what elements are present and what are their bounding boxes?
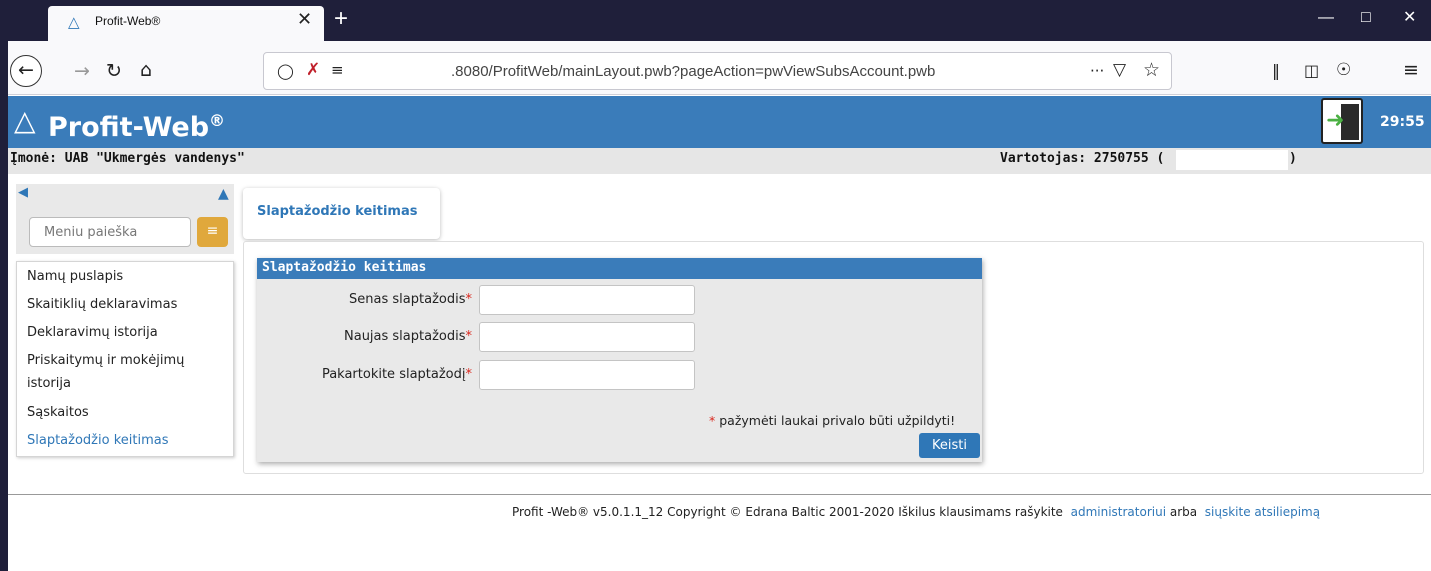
app-title-text: Profit-Web [48,112,210,143]
company-name: Įmonė: UAB "Ukmergės vandenys" [10,151,245,166]
change-password-button[interactable]: Keisti [919,433,980,458]
browser-tab-title: Profit-Web® [95,14,161,28]
repeat-password-label: Pakartokite slaptažodį* [272,367,472,382]
new-password-field[interactable] [479,322,695,352]
home-icon[interactable]: ⌂ [140,60,152,80]
logout-button[interactable]: ➜ [1321,98,1363,144]
footer: Profit -Web® v5.0.1.1_12 Copyright © Edr… [512,505,1320,519]
profit-web-favicon-icon: △ [68,13,80,31]
old-password-label: Senas slaptažodis* [272,292,472,307]
admin-link[interactable]: administratoriui [1071,505,1166,519]
tracking-shield-icon[interactable]: ◯ [277,61,294,81]
profit-web-logo-icon: △ [14,104,36,137]
sidebar-item-password-change[interactable]: Slaptažodžio keitimas [27,431,168,450]
close-tab-icon[interactable]: ✕ [297,11,312,29]
collapse-up-icon[interactable]: ▲ [218,187,229,201]
app-title: Profit-Web® [48,103,225,146]
library-icon[interactable]: ‖ [1272,61,1280,81]
reload-icon[interactable]: ↻ [106,61,122,81]
insecure-lock-icon[interactable]: ✗ [306,60,320,80]
maximize-icon[interactable]: □ [1361,10,1371,26]
required-note-asterisk: * [709,413,716,428]
minimize-icon[interactable]: — [1318,10,1334,26]
logout-arrow-icon: ➜ [1326,108,1345,133]
permissions-icon[interactable]: ≡ [331,60,344,80]
old-password-label-text: Senas slaptažodis [349,292,466,307]
old-password-field[interactable] [479,285,695,315]
page-actions-icon[interactable]: ··· [1090,61,1104,81]
feedback-link[interactable]: siųskite atsiliepimą [1205,505,1320,519]
bookmark-star-icon[interactable]: ☆ [1143,60,1160,80]
window-close-icon[interactable]: ✕ [1403,10,1416,26]
hamburger-menu-icon[interactable]: ≡ [1403,60,1419,80]
forward-arrow-icon[interactable]: → [74,61,90,81]
sidebar-item-meter-declaration[interactable]: Skaitiklių deklaravimas [27,295,177,314]
sidebar-toggle-icon[interactable]: ◫ [1304,61,1319,81]
sidebar-item-invoices[interactable]: Sąskaitos [27,403,89,422]
menu-search-input[interactable] [29,217,191,247]
pocket-icon[interactable]: ▽ [1113,60,1126,80]
tab-password-change-label: Slaptažodžio keitimas [257,204,418,219]
account-icon[interactable]: ☉ [1336,60,1351,80]
back-arrow-icon[interactable]: ← [10,55,42,87]
user-info: Vartotojas: 2750755 ( [1000,151,1165,166]
required-note: * pažymėti laukai privalo būti užpildyti… [709,413,955,428]
footer-text: Profit -Web® v5.0.1.1_12 Copyright © Edr… [512,505,1063,519]
url-text[interactable]: .8080/ProfitWeb/mainLayout.pwb?pageActio… [451,63,935,80]
required-note-text: pažymėti laukai privalo būti užpildyti! [719,413,956,428]
collapse-left-icon[interactable]: ◀ [18,186,28,200]
required-asterisk: * [465,367,473,382]
browser-tab[interactable] [48,6,324,41]
password-form-title: Slaptažodžio keitimas [262,260,427,275]
footer-middle: arba [1169,505,1198,519]
sidebar-item-charges-payments-line2[interactable]: istorija [27,374,71,393]
footer-divider [8,494,1431,495]
required-asterisk: * [465,292,473,307]
menu-list-button[interactable]: ≡ [197,217,228,247]
app-title-mark: ® [209,111,226,130]
user-name-redaction [1176,150,1288,170]
repeat-password-label-text: Pakartokite slaptažodį [321,367,466,382]
window-left-edge [0,0,8,571]
sidebar-item-declaration-history[interactable]: Deklaravimų istorija [27,323,158,342]
session-timer: 29:55 [1380,114,1425,130]
repeat-password-field[interactable] [479,360,695,390]
required-asterisk: * [465,329,473,344]
new-password-label-text: Naujas slaptažodis [344,329,466,344]
user-info-close-paren: ) [1289,151,1297,166]
sidebar-item-charges-payments[interactable]: Priskaitymų ir mokėjimų [27,351,184,370]
sidebar-item-home[interactable]: Namų puslapis [27,267,123,286]
new-tab-icon[interactable]: + [334,7,348,31]
new-password-label: Naujas slaptažodis* [272,329,472,344]
